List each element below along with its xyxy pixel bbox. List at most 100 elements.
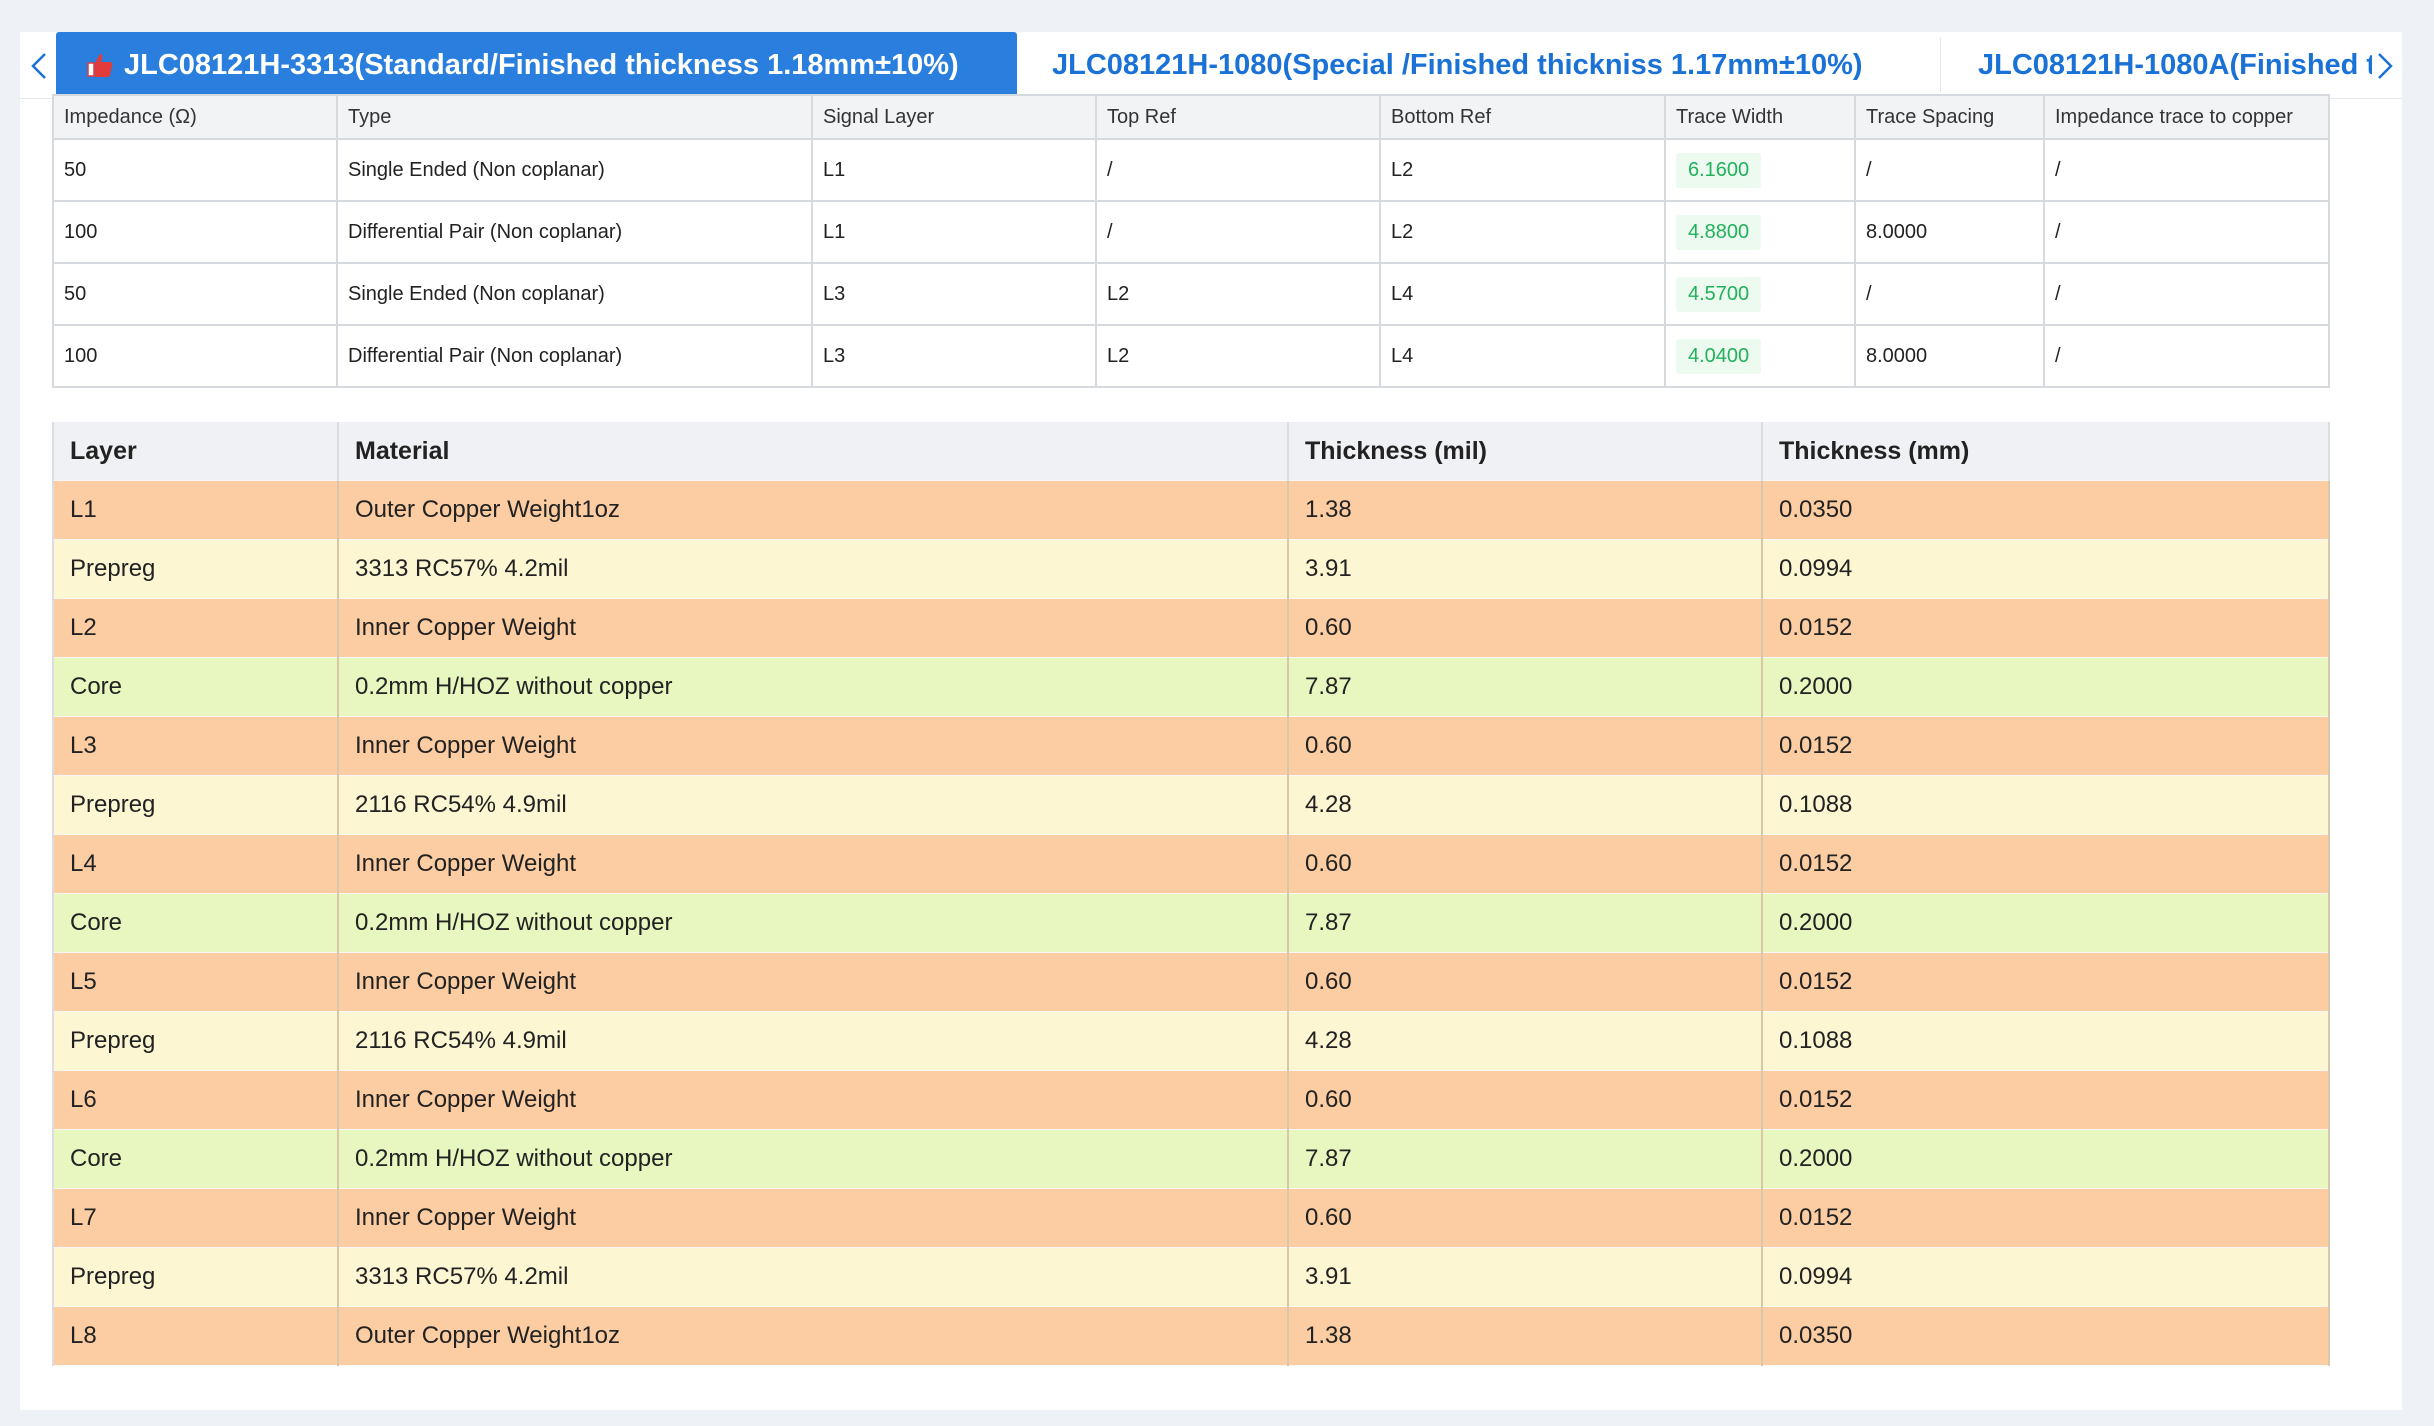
- table-cell: Single Ended (Non coplanar): [336, 138, 813, 202]
- stackup-tabs: JLC08121H-3313(Standard/Finished thickne…: [20, 32, 2402, 99]
- trace-width-value: 4.0400: [1676, 338, 1762, 374]
- table-cell: L1: [811, 138, 1097, 202]
- table-cell: L3: [811, 262, 1097, 326]
- stackup-row-core: Core 0.2mm H/HOZ without copper 7.87 0.2000: [52, 657, 2330, 717]
- table-cell: Differential Pair (Non coplanar): [336, 324, 813, 388]
- table-cell: 100: [52, 200, 338, 264]
- stackup-row-prepreg: Prepreg 2116 RC54% 4.9mil 4.28 0.1088: [52, 775, 2330, 835]
- table-cell: 0.0350: [1762, 1306, 2330, 1366]
- stackup-header-row: Layer Material Thickness (mil) Thickness…: [52, 422, 2330, 481]
- table-cell: L4: [1379, 262, 1666, 326]
- table-cell: 0.2000: [1762, 657, 2330, 717]
- table-cell: 4.5700: [1664, 262, 1856, 326]
- table-cell: Inner Copper Weight: [338, 834, 1289, 894]
- impedance-header-row: Impedance (Ω) Type Signal Layer Top Ref …: [52, 94, 2330, 140]
- table-row: 50 Single Ended (Non coplanar) L3 L2 L4 4.570…: [52, 262, 2330, 326]
- table-cell: Single Ended (Non coplanar): [336, 262, 813, 326]
- table-row: 50 Single Ended (Non coplanar) L1/L2 6.1600…: [52, 138, 2330, 202]
- table-cell: 1.38: [1288, 1306, 1763, 1366]
- stackup-row-copper: L8 Outer Copper Weight1oz 1.38 0.0350: [52, 1306, 2330, 1366]
- column-header: Trace Spacing: [1854, 94, 2045, 140]
- table-cell: /: [2043, 138, 2330, 202]
- stackup-row-copper: L1 Outer Copper Weight1oz 1.38 0.0350: [52, 480, 2330, 540]
- chevron-right-icon[interactable]: [2370, 46, 2400, 86]
- table-cell: 3.91: [1288, 539, 1763, 599]
- tab-jlc08121h-3313[interactable]: JLC08121H-3313(Standard/Finished thickne…: [56, 32, 1017, 98]
- table-cell: Inner Copper Weight: [338, 1070, 1289, 1130]
- table-cell: 0.60: [1288, 1070, 1763, 1130]
- table-cell: 4.28: [1288, 775, 1763, 835]
- stackup-row-prepreg: Prepreg 3313 RC57% 4.2mil 3.91 0.0994: [52, 1247, 2330, 1307]
- table-cell: 7.87: [1288, 1129, 1763, 1189]
- tab-strip: JLC08121H-3313(Standard/Finished thickne…: [56, 32, 2372, 98]
- table-cell: 0.60: [1288, 952, 1763, 1012]
- stackup-row-copper: L7 Inner Copper Weight 0.60 0.0152: [52, 1188, 2330, 1248]
- table-cell: 0.2mm H/HOZ without copper: [338, 893, 1289, 953]
- column-header: Trace Width: [1664, 94, 1856, 140]
- table-row: 100 Differential Pair (Non coplanar) L3 L2 L…: [52, 324, 2330, 388]
- table-cell: Outer Copper Weight1oz: [338, 480, 1289, 540]
- table-cell: 0.0152: [1762, 834, 2330, 894]
- table-cell: 0.0152: [1762, 598, 2330, 658]
- table-cell: L6: [52, 1070, 339, 1130]
- column-header: Impedance (Ω): [52, 94, 338, 140]
- table-cell: Core: [52, 1129, 339, 1189]
- chevron-left-icon[interactable]: [24, 46, 54, 86]
- column-header: Type: [336, 94, 813, 140]
- table-cell: 0.0350: [1762, 480, 2330, 540]
- table-cell: 0.60: [1288, 716, 1763, 776]
- table-cell: L5: [52, 952, 339, 1012]
- column-header: Top Ref: [1095, 94, 1381, 140]
- stackup-row-prepreg: Prepreg 2116 RC54% 4.9mil 4.28 0.1088: [52, 1011, 2330, 1071]
- table-cell: 2116 RC54% 4.9mil: [338, 775, 1289, 835]
- table-cell: /: [1854, 262, 2045, 326]
- table-cell: Core: [52, 657, 339, 717]
- table-cell: L4: [52, 834, 339, 894]
- trace-width-value: 4.5700: [1676, 276, 1762, 312]
- table-cell: L7: [52, 1188, 339, 1248]
- table-cell: 100: [52, 324, 338, 388]
- stackup-row-prepreg: Prepreg 3313 RC57% 4.2mil 3.91 0.0994: [52, 539, 2330, 599]
- table-cell: L4: [1379, 324, 1666, 388]
- table-cell: L3: [811, 324, 1097, 388]
- table-cell: 0.1088: [1762, 1011, 2330, 1071]
- table-cell: 0.2000: [1762, 1129, 2330, 1189]
- column-header: Thickness (mm): [1762, 422, 2330, 481]
- column-header: Thickness (mil): [1288, 422, 1763, 481]
- stackup-row-copper: L2 Inner Copper Weight 0.60 0.0152: [52, 598, 2330, 658]
- table-cell: 50: [52, 138, 338, 202]
- table-cell: /: [2043, 262, 2330, 326]
- table-cell: 3.91: [1288, 1247, 1763, 1307]
- table-cell: 0.60: [1288, 598, 1763, 658]
- stackup-row-copper: L4 Inner Copper Weight 0.60 0.0152: [52, 834, 2330, 894]
- stackup-table: Layer Material Thickness (mil) Thickness…: [52, 422, 2330, 1366]
- table-cell: Prepreg: [52, 775, 339, 835]
- table-cell: Core: [52, 893, 339, 953]
- stackup-row-copper: L3 Inner Copper Weight 0.60 0.0152: [52, 716, 2330, 776]
- table-cell: 0.0152: [1762, 1070, 2330, 1130]
- table-cell: 4.28: [1288, 1011, 1763, 1071]
- table-cell: L3: [52, 716, 339, 776]
- table-cell: Outer Copper Weight1oz: [338, 1306, 1289, 1366]
- table-cell: /: [1854, 138, 2045, 202]
- table-cell: L2: [1379, 200, 1666, 264]
- trace-width-value: 4.8800: [1676, 214, 1762, 250]
- table-cell: 0.2mm H/HOZ without copper: [338, 657, 1289, 717]
- table-cell: L1: [52, 480, 339, 540]
- tab-jlc08121h-1080a[interactable]: JLC08121H-1080A(Finished t: [1940, 32, 2372, 98]
- tab-jlc08121h-1080[interactable]: JLC08121H-1080(Special /Finished thickni…: [1052, 32, 1863, 98]
- table-cell: Inner Copper Weight: [338, 952, 1289, 1012]
- table-cell: L2: [1095, 324, 1381, 388]
- table-cell: 3313 RC57% 4.2mil: [338, 539, 1289, 599]
- table-cell: Inner Copper Weight: [338, 716, 1289, 776]
- table-cell: 0.0994: [1762, 539, 2330, 599]
- table-cell: 0.0152: [1762, 1188, 2330, 1248]
- table-cell: 0.2000: [1762, 893, 2330, 953]
- thumbs-up-icon: [87, 54, 113, 77]
- table-cell: 0.0152: [1762, 716, 2330, 776]
- table-cell: L2: [1095, 262, 1381, 326]
- stackup-row-copper: L6 Inner Copper Weight 0.60 0.0152: [52, 1070, 2330, 1130]
- column-header: Layer: [52, 422, 339, 481]
- column-header: Signal Layer: [811, 94, 1097, 140]
- impedance-table: Impedance (Ω) Type Signal Layer Top Ref …: [52, 94, 2330, 388]
